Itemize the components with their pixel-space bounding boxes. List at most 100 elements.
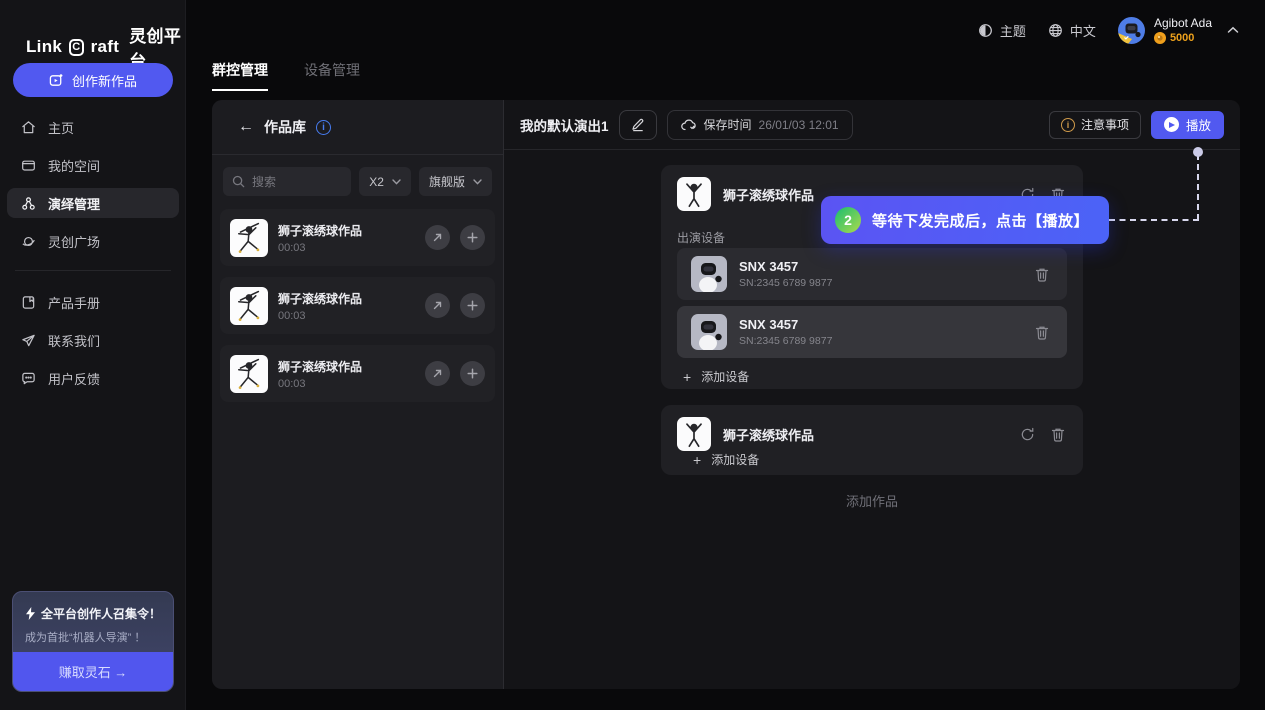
expand-icon xyxy=(432,368,443,379)
device-avatar xyxy=(691,314,727,350)
device-row: SNX 3457 SN:2345 6789 9877 xyxy=(677,306,1067,358)
delete-card-button[interactable] xyxy=(1049,425,1067,444)
library-header: ← 作品库 i xyxy=(212,100,503,155)
brand-post: raft xyxy=(91,37,120,57)
sidebar-item-my-space[interactable]: 我的空间 xyxy=(7,150,179,180)
create-new-work-button[interactable]: 创作新作品 xyxy=(13,63,173,97)
theme-icon xyxy=(978,23,993,38)
main-tabs: 群控管理 设备管理 xyxy=(212,60,360,91)
step-badge: 2 xyxy=(835,207,861,233)
earn-gems-button[interactable]: 赚取灵石 → xyxy=(13,652,173,691)
promo-card: 全平台创作人召集令！ 成为首批“机器人导演” ！ 赚取灵石 → xyxy=(12,591,174,692)
trash-icon xyxy=(1035,267,1049,282)
remove-device-button[interactable] xyxy=(1033,265,1051,284)
work-thumbnail xyxy=(230,287,268,325)
work-thumbnail xyxy=(230,355,268,393)
sidebar-item-home[interactable]: 主页 xyxy=(7,112,179,142)
add-work-button[interactable]: 添加作品 xyxy=(661,491,1083,510)
chevron-up-icon xyxy=(1227,26,1239,34)
library-item[interactable]: 狮子滚绣球作品 00:03 xyxy=(220,277,495,334)
theme-toggle[interactable]: 主题 xyxy=(978,21,1026,40)
preview-expand-button[interactable] xyxy=(425,225,450,250)
sidebar-item-label: 主页 xyxy=(48,118,74,137)
save-time-chip[interactable]: 保存时间 26/01/03 12:01 xyxy=(667,110,853,140)
edition-value: 旗舰版 xyxy=(429,173,465,190)
play-button[interactable]: 播放 xyxy=(1151,111,1224,139)
sidebar-item-creative-plaza[interactable]: 灵创广场 xyxy=(7,226,179,256)
work-meta: 狮子滚绣球作品 00:03 xyxy=(278,222,415,254)
add-device-label: 添加设备 xyxy=(701,368,749,385)
search-input[interactable] xyxy=(252,175,342,189)
connector-line-vertical xyxy=(1197,154,1199,220)
sidebar-item-label: 灵创广场 xyxy=(48,232,100,251)
sidebar-item-label: 用户反馈 xyxy=(48,369,100,388)
library-item[interactable]: 狮子滚绣球作品 00:03 xyxy=(220,209,495,266)
library-panel: ← 作品库 i X2 旗舰版 xyxy=(212,100,503,689)
folder-icon xyxy=(21,158,36,173)
home-icon xyxy=(21,120,36,135)
sidebar: LinkCraft 灵创平台 创作新作品 主页 我的空间 演绎管理 灵创广场 产… xyxy=(0,0,186,710)
work-title: 狮子滚绣球作品 xyxy=(278,222,415,239)
device-serial: SN:2345 6789 9877 xyxy=(739,277,1021,289)
preview-expand-button[interactable] xyxy=(425,361,450,386)
avatar xyxy=(1118,17,1145,44)
sidebar-item-contact-us[interactable]: 联系我们 xyxy=(7,325,179,355)
search-icon xyxy=(232,175,245,188)
user-menu[interactable]: Agibot Ada 5000 xyxy=(1118,16,1239,44)
expand-icon xyxy=(432,232,443,243)
lightning-icon xyxy=(25,607,36,620)
tab-device-management[interactable]: 设备管理 xyxy=(304,60,360,91)
add-work-button[interactable] xyxy=(460,225,485,250)
topbar: 主题 中文 Agibot Ada 5000 xyxy=(186,0,1265,60)
plus-icon xyxy=(467,368,478,379)
library-item[interactable]: 狮子滚绣球作品 00:03 xyxy=(220,345,495,402)
add-work-button[interactable] xyxy=(460,361,485,386)
add-device-button[interactable]: + 添加设备 xyxy=(683,368,749,385)
preview-expand-button[interactable] xyxy=(425,293,450,318)
refresh-button[interactable] xyxy=(1018,425,1037,444)
search-box[interactable] xyxy=(223,167,351,196)
warning-icon: i xyxy=(1061,118,1075,132)
sidebar-item-performance-management[interactable]: 演绎管理 xyxy=(7,188,179,218)
library-filters: X2 旗舰版 xyxy=(212,155,503,196)
speed-dropdown[interactable]: X2 xyxy=(359,167,411,196)
sidebar-item-user-feedback[interactable]: 用户反馈 xyxy=(7,363,179,393)
sidebar-item-label: 演绎管理 xyxy=(48,194,100,213)
language-label: 中文 xyxy=(1070,21,1096,40)
brand-pre: Link xyxy=(26,37,62,57)
robot-avatar-image xyxy=(691,256,727,292)
brand-c-icon: C xyxy=(69,39,83,56)
device-meta: SNX 3457 SN:2345 6789 9877 xyxy=(739,259,1021,289)
promo-title: 全平台创作人召集令！ xyxy=(41,605,161,622)
notice-button[interactable]: i 注意事项 xyxy=(1049,111,1141,139)
sidebar-item-product-manual[interactable]: 产品手册 xyxy=(7,287,179,317)
edition-dropdown[interactable]: 旗舰版 xyxy=(419,167,492,196)
work-thumbnail xyxy=(677,417,711,451)
nodes-icon xyxy=(21,196,36,211)
add-device-button[interactable]: + 添加设备 xyxy=(693,451,759,468)
work-meta: 狮子滚绣球作品 00:03 xyxy=(278,290,415,322)
tab-group-control[interactable]: 群控管理 xyxy=(212,60,268,91)
add-work-button[interactable] xyxy=(460,293,485,318)
user-coins: 5000 xyxy=(1154,32,1212,44)
robot-avatar-image xyxy=(691,314,727,350)
back-icon[interactable]: ← xyxy=(238,118,254,136)
connector-dot xyxy=(1193,147,1203,157)
work-duration: 00:03 xyxy=(278,310,415,322)
work-duration: 00:03 xyxy=(278,378,415,390)
card-header: 狮子滚绣球作品 xyxy=(661,405,1083,451)
globe-icon xyxy=(1048,23,1063,38)
rename-button[interactable] xyxy=(619,110,657,140)
chevron-down-icon xyxy=(473,179,482,185)
info-icon[interactable]: i xyxy=(316,120,331,135)
sidebar-item-label: 产品手册 xyxy=(48,293,100,312)
remove-device-button[interactable] xyxy=(1033,323,1051,342)
refresh-icon xyxy=(1020,427,1035,442)
plus-icon xyxy=(467,232,478,243)
language-switcher[interactable]: 中文 xyxy=(1048,21,1096,40)
plus-icon xyxy=(467,300,478,311)
device-name: SNX 3457 xyxy=(739,259,1021,274)
video-plus-icon xyxy=(49,73,64,88)
user-meta: Agibot Ada 5000 xyxy=(1154,16,1212,44)
tooltip-text: 等待下发完成后，点击【播放】 xyxy=(872,210,1089,231)
